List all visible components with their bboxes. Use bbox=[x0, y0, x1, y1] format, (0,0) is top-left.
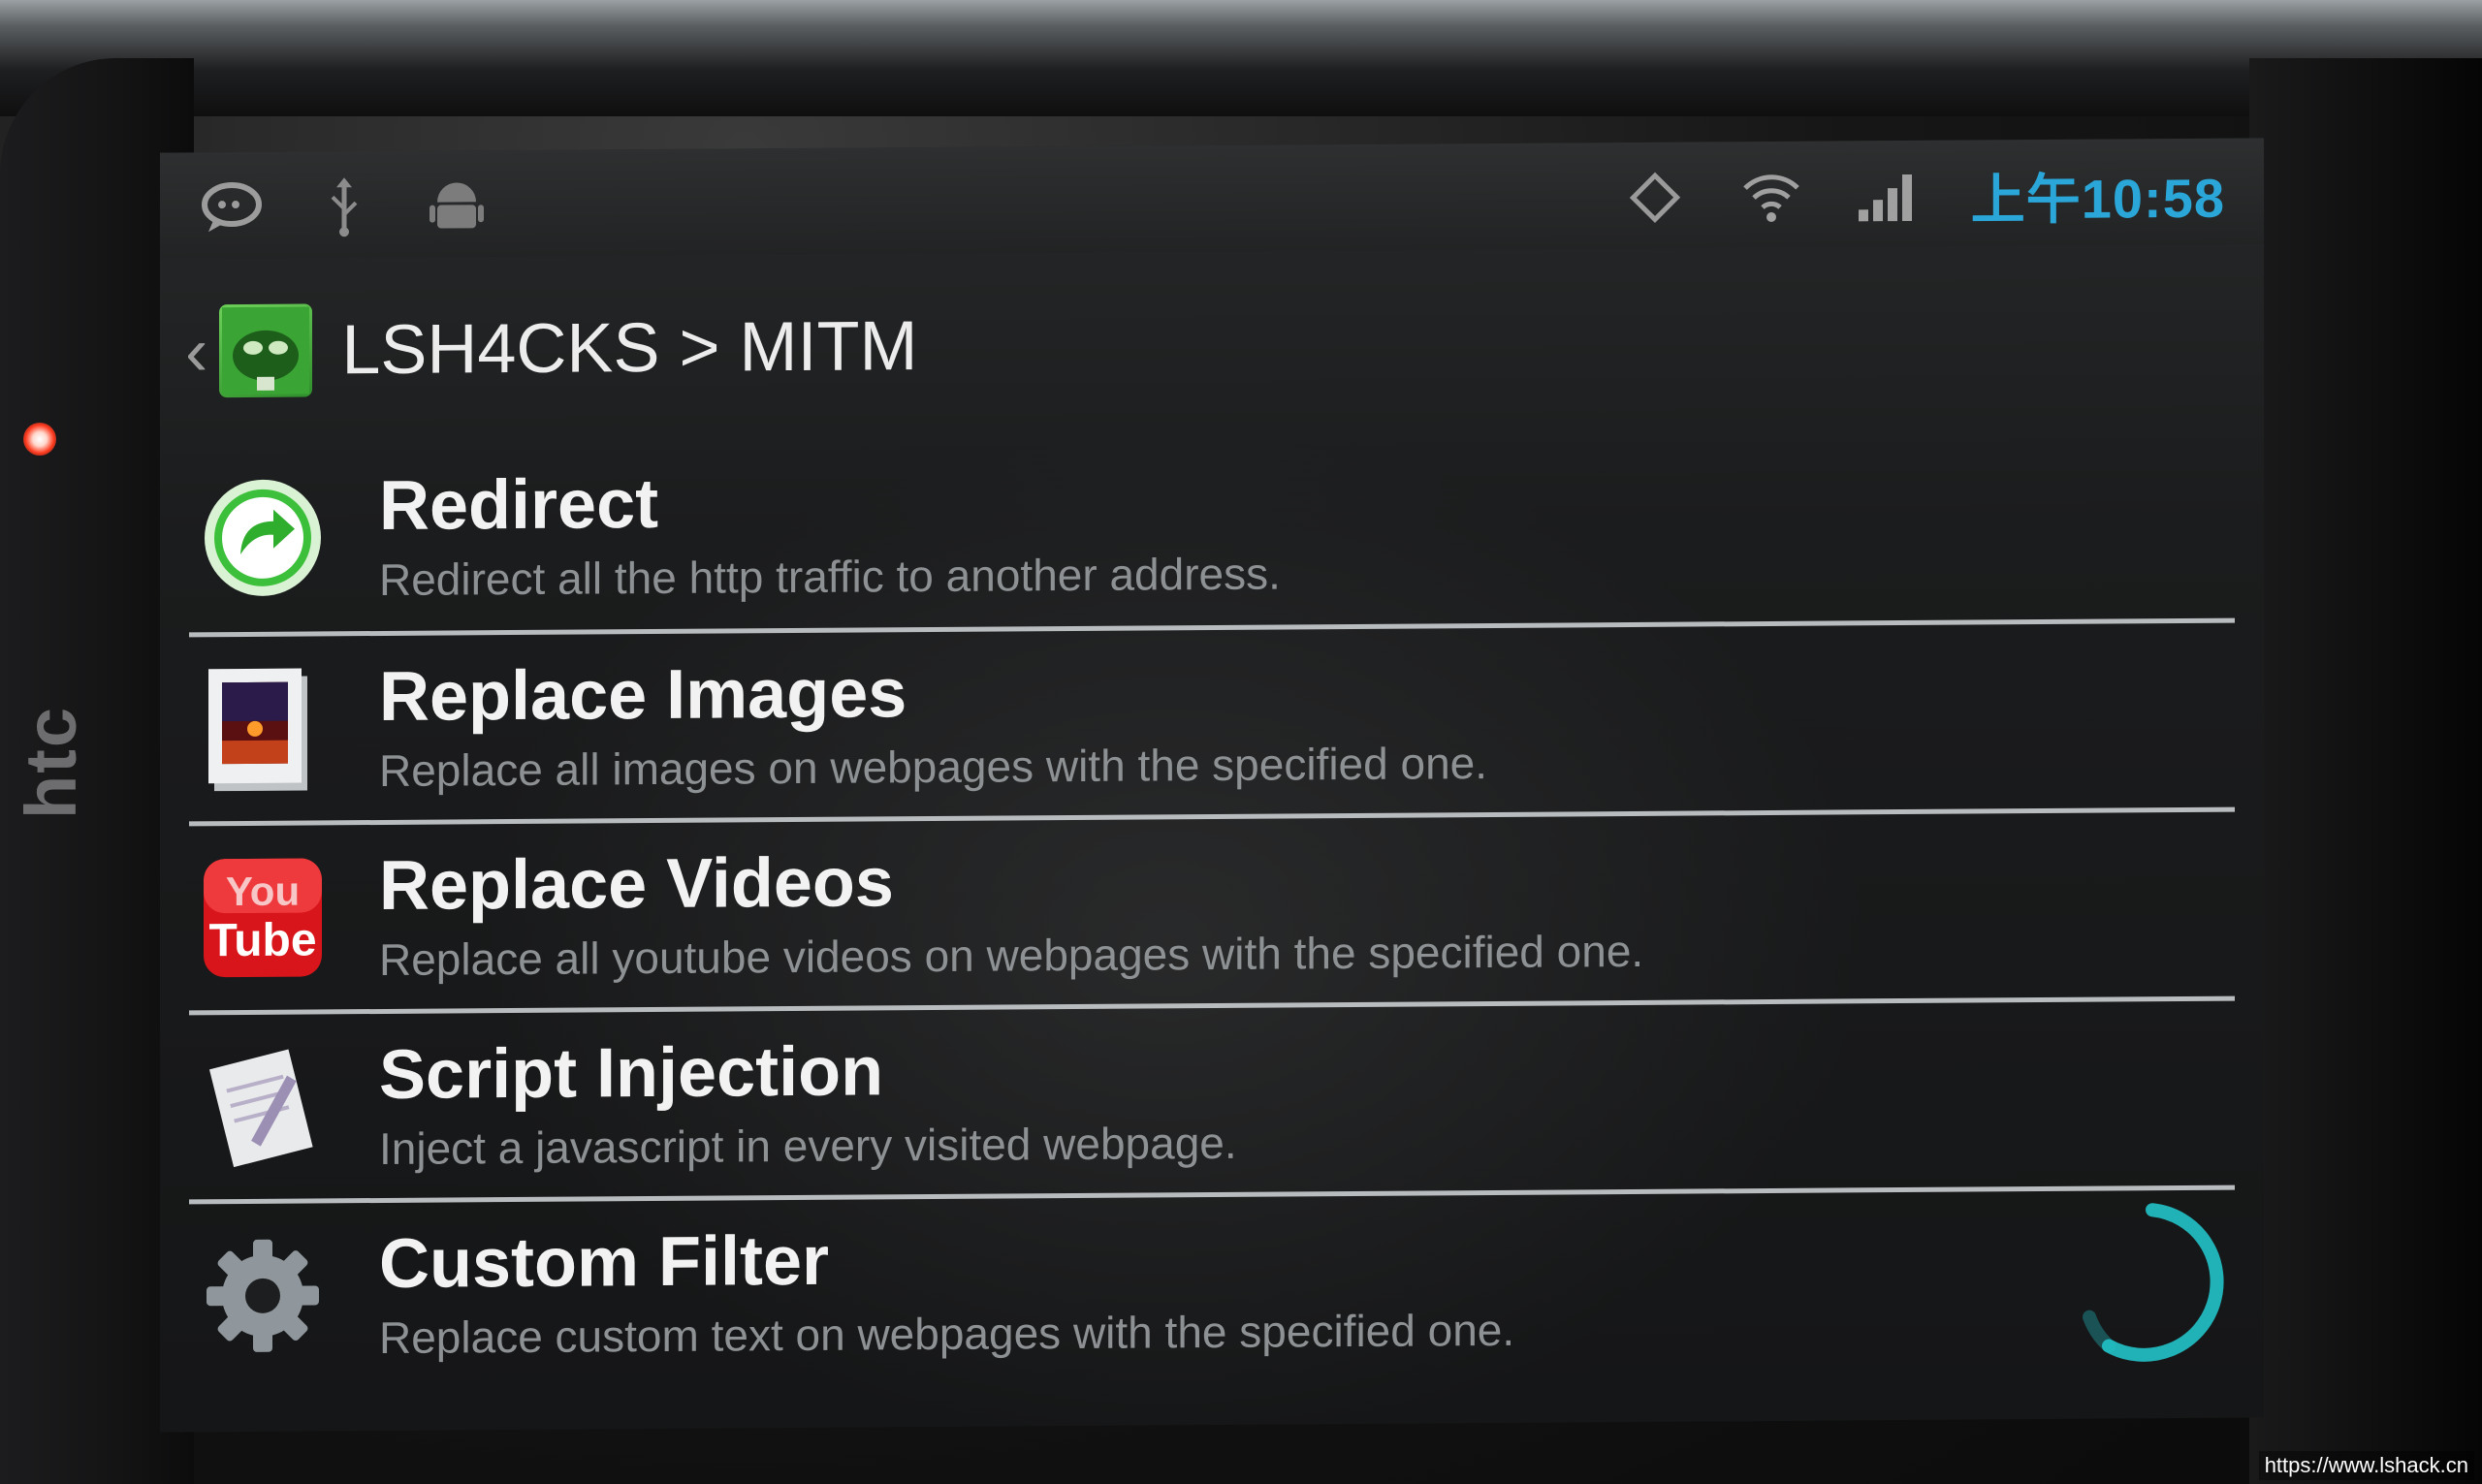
wifi-icon bbox=[1738, 164, 1804, 230]
list-item-subtitle: Inject a javascript in every visited web… bbox=[379, 1117, 1237, 1174]
back-icon[interactable]: ‹ bbox=[185, 313, 207, 389]
notification-led bbox=[23, 423, 56, 456]
youtube-icon-text-top: You bbox=[226, 868, 300, 915]
rotate-icon bbox=[1622, 165, 1688, 231]
android-icon bbox=[424, 173, 490, 238]
photo: htc 上午10:58 ‹ LSH4CKS > MITM Redirect Re… bbox=[0, 0, 2482, 1484]
gear-icon bbox=[195, 1227, 331, 1364]
status-bar: 上午10:58 bbox=[160, 138, 2264, 260]
list-item-title: Custom Filter bbox=[379, 1221, 830, 1303]
loading-spinner bbox=[2070, 1200, 2235, 1366]
watermark-url: https://www.lshack.cn bbox=[2258, 1451, 2474, 1480]
mitm-options-list: Redirect Redirect all the http traffic t… bbox=[189, 429, 2235, 1389]
script-icon bbox=[195, 1038, 331, 1175]
list-item-subtitle: Replace all images on webpages with the … bbox=[379, 738, 1488, 796]
status-bar-system: 上午10:58 bbox=[1622, 160, 2225, 232]
list-item-replace-videos[interactable]: You Tube Replace Videos Replace all yout… bbox=[189, 806, 2235, 1011]
image-file-icon bbox=[195, 660, 331, 797]
chat-icon bbox=[199, 174, 265, 240]
list-item-text: Replace Images Replace all images on web… bbox=[379, 650, 1487, 798]
list-item-title: Redirect bbox=[379, 464, 659, 545]
list-item-custom-filter[interactable]: Custom Filter Replace custom text on web… bbox=[189, 1184, 2235, 1389]
bezel-top bbox=[0, 0, 2482, 116]
device-brand-logo: htc bbox=[11, 706, 91, 819]
list-item-subtitle: Replace all youtube videos on webpages w… bbox=[379, 925, 1644, 985]
list-item-text: Redirect Redirect all the http traffic t… bbox=[379, 460, 1281, 606]
status-bar-notifications bbox=[199, 172, 490, 241]
list-item-subtitle: Replace custom text on webpages with the… bbox=[379, 1304, 1515, 1363]
list-item-text: Custom Filter Replace custom text on web… bbox=[379, 1217, 1514, 1365]
list-item-text: Replace Videos Replace all youtube video… bbox=[379, 838, 1643, 987]
list-item-title: Replace Videos bbox=[379, 843, 894, 925]
list-item-subtitle: Redirect all the http traffic to another… bbox=[379, 548, 1281, 605]
bezel-right bbox=[2249, 58, 2482, 1484]
list-item-redirect[interactable]: Redirect Redirect all the http traffic t… bbox=[189, 429, 2235, 633]
usb-icon bbox=[311, 174, 377, 239]
app-logo[interactable] bbox=[219, 303, 313, 398]
youtube-icon-text-bottom: Tube bbox=[208, 914, 316, 966]
page-title: LSH4CKS > MITM bbox=[341, 307, 918, 390]
status-clock: 上午10:58 bbox=[1970, 167, 2225, 231]
signal-icon bbox=[1855, 163, 1921, 229]
list-item-replace-images[interactable]: Replace Images Replace all images on web… bbox=[189, 617, 2235, 822]
phone-screen: 上午10:58 ‹ LSH4CKS > MITM Redirect Redire… bbox=[160, 138, 2264, 1433]
list-item-script-injection[interactable]: Script Injection Inject a javascript in … bbox=[189, 995, 2235, 1200]
list-item-title: Replace Images bbox=[379, 654, 907, 736]
redirect-arrow-icon bbox=[195, 469, 331, 606]
list-item-title: Script Injection bbox=[379, 1032, 884, 1114]
list-item-text: Script Injection Inject a javascript in … bbox=[379, 1030, 1237, 1176]
youtube-icon: You Tube bbox=[195, 849, 331, 986]
action-bar: ‹ LSH4CKS > MITM bbox=[160, 273, 2264, 414]
